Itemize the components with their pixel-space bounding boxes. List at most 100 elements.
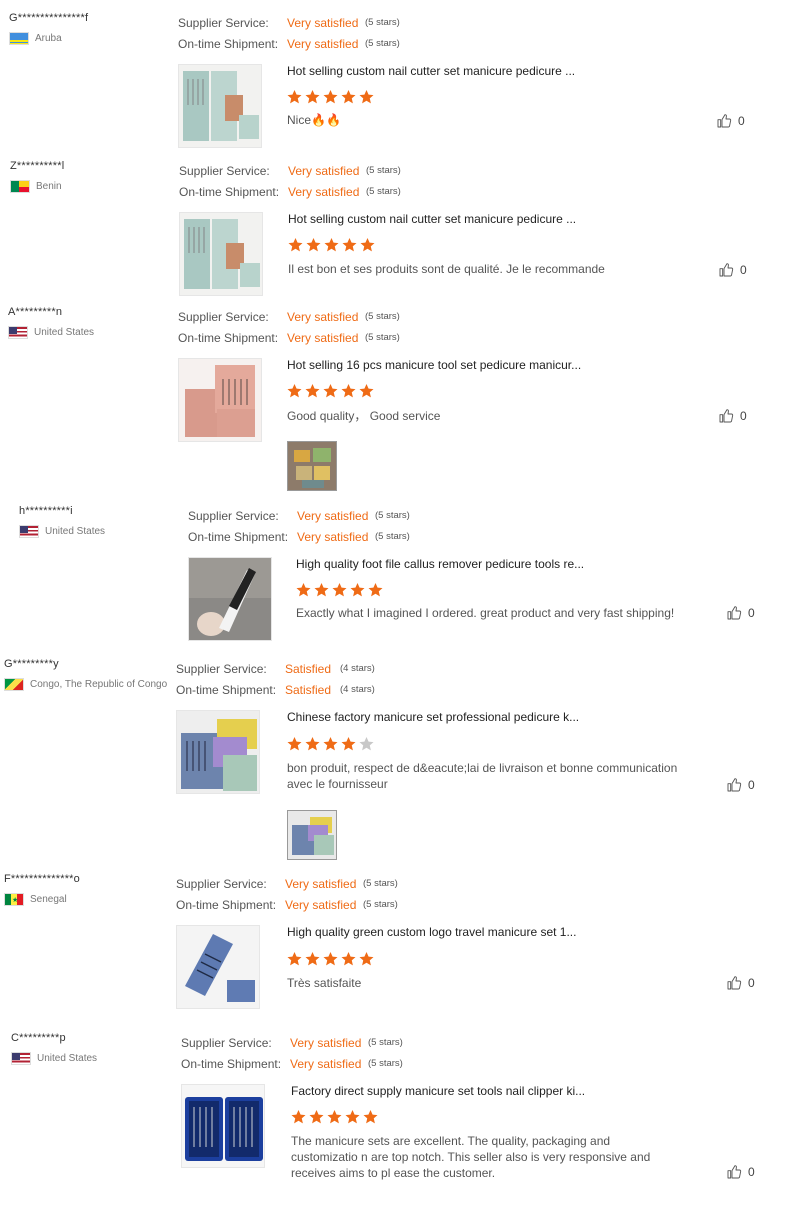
- reviewer-name: A*********n: [8, 306, 63, 318]
- reviewer-country: Benin: [10, 180, 62, 193]
- like-button[interactable]: 0: [726, 777, 755, 793]
- review-photo[interactable]: [287, 810, 337, 860]
- review-comment: Très satisfaite: [287, 976, 362, 990]
- reviewer-country: ★ Senegal: [4, 893, 67, 906]
- like-count: 0: [740, 263, 747, 277]
- star-icon: [286, 951, 303, 967]
- star-icon: [322, 736, 339, 752]
- product-image[interactable]: [179, 212, 263, 296]
- shipment-stars: (5 stars): [363, 899, 398, 910]
- reviewer-country: United States: [11, 1052, 97, 1065]
- product-image[interactable]: [188, 557, 272, 641]
- country-label: Senegal: [30, 894, 67, 905]
- product-image[interactable]: [176, 710, 260, 794]
- shipment-value: Very satisfied: [287, 330, 359, 345]
- star-icon: [323, 237, 340, 253]
- supplier-service-row: Supplier Service: Very satisfied (5 star…: [178, 12, 400, 33]
- star-icon: [304, 89, 321, 105]
- review-comment: Nice🔥🔥: [287, 113, 341, 127]
- supplier-service-value: Very satisfied: [287, 15, 359, 30]
- reviewer-name: Z**********l: [10, 160, 65, 172]
- like-button[interactable]: 0: [716, 113, 745, 129]
- product-image[interactable]: [181, 1084, 265, 1168]
- shipment-value: Very satisfied: [297, 529, 369, 544]
- reviewer-name: F**************o: [4, 873, 80, 885]
- star-icon: [362, 1109, 379, 1125]
- benin-flag-icon: [10, 180, 30, 193]
- review-comment: Good quality， Good service: [287, 409, 441, 423]
- supplier-service-label: Supplier Service:: [178, 309, 269, 324]
- star-icon: [359, 237, 376, 253]
- star-icon: [322, 383, 339, 399]
- product-title[interactable]: Hot selling custom nail cutter set manic…: [287, 64, 575, 78]
- country-label: Benin: [36, 181, 62, 192]
- product-title[interactable]: Hot selling custom nail cutter set manic…: [288, 212, 576, 226]
- star-icon: [331, 582, 348, 598]
- shipment-stars: (4 stars): [340, 684, 375, 695]
- supplier-service-stars: (5 stars): [363, 878, 398, 889]
- us-flag-icon: [11, 1052, 31, 1065]
- aruba-flag-icon: [9, 32, 29, 45]
- supplier-service-label: Supplier Service:: [179, 163, 270, 178]
- product-title[interactable]: High quality foot file callus remover pe…: [296, 557, 584, 571]
- country-label: United States: [37, 1053, 98, 1064]
- shipment-label: On-time Shipment:: [178, 330, 279, 345]
- product-image[interactable]: [178, 358, 262, 442]
- like-button[interactable]: 0: [718, 408, 747, 424]
- like-button[interactable]: 0: [718, 262, 747, 278]
- reviewer-country: Congo, The Republic of Congo: [4, 678, 167, 691]
- shipment-stars: (5 stars): [368, 1058, 403, 1069]
- shipment-label: On-time Shipment:: [181, 1056, 282, 1071]
- supplier-service-label: Supplier Service:: [178, 15, 269, 30]
- supplier-service-value: Very satisfied: [288, 163, 360, 178]
- star-icon: [322, 89, 339, 105]
- product-title[interactable]: Chinese factory manicure set professiona…: [287, 710, 579, 724]
- like-button[interactable]: 0: [726, 975, 755, 991]
- star-icon: [344, 1109, 361, 1125]
- product-image[interactable]: [178, 64, 262, 148]
- supplier-service-label: Supplier Service:: [176, 876, 267, 891]
- star-icon: [340, 89, 357, 105]
- review-comment: bon produit, respect de d&eacute;lai de …: [287, 761, 678, 791]
- country-label: United States: [45, 526, 106, 537]
- seller-ratings: Supplier Service: Satisfied (4 stars) On…: [176, 658, 375, 700]
- review-comment: Il est bon et ses produits sont de quali…: [288, 262, 605, 276]
- seller-ratings: Supplier Service: Very satisfied (5 star…: [178, 306, 400, 348]
- product-title[interactable]: Hot selling 16 pcs manicure tool set ped…: [287, 358, 581, 372]
- seller-ratings: Supplier Service: Very satisfied (5 star…: [178, 12, 400, 54]
- supplier-service-value: Very satisfied: [297, 508, 369, 523]
- shipment-row: On-time Shipment: Very satisfied (5 star…: [179, 181, 401, 202]
- star-icon: [340, 951, 357, 967]
- star-icon: [305, 237, 322, 253]
- star-icon: [295, 582, 312, 598]
- supplier-service-label: Supplier Service:: [181, 1035, 272, 1050]
- star-icon: [358, 736, 375, 752]
- like-count: 0: [748, 976, 755, 990]
- review-photo[interactable]: [287, 441, 337, 491]
- senegal-flag-icon: ★: [4, 893, 24, 906]
- star-icon: [341, 237, 358, 253]
- shipment-row: On-time Shipment: Very satisfied (5 star…: [176, 894, 398, 915]
- review-rating: [286, 951, 375, 967]
- product-image[interactable]: [176, 925, 260, 1009]
- reviewer-country: United States: [19, 525, 105, 538]
- thumbs-up-icon: [718, 408, 734, 424]
- star-icon: [286, 383, 303, 399]
- like-count: 0: [740, 409, 747, 423]
- supplier-service-label: Supplier Service:: [176, 661, 267, 676]
- product-title[interactable]: Factory direct supply manicure set tools…: [291, 1084, 585, 1098]
- shipment-value: Very satisfied: [288, 184, 360, 199]
- review-rating: [290, 1109, 379, 1125]
- like-button[interactable]: 0: [726, 605, 755, 621]
- country-label: Aruba: [35, 33, 62, 44]
- reviewer-name: G*********y: [4, 658, 59, 670]
- like-button[interactable]: 0: [726, 1164, 755, 1180]
- shipment-row: On-time Shipment: Very satisfied (5 star…: [181, 1053, 403, 1074]
- product-title[interactable]: High quality green custom logo travel ma…: [287, 925, 576, 939]
- supplier-service-row: Supplier Service: Very satisfied (5 star…: [179, 160, 401, 181]
- like-count: 0: [748, 606, 755, 620]
- star-icon: [358, 89, 375, 105]
- star-icon: [349, 582, 366, 598]
- thumbs-up-icon: [726, 777, 742, 793]
- thumbs-up-icon: [726, 605, 742, 621]
